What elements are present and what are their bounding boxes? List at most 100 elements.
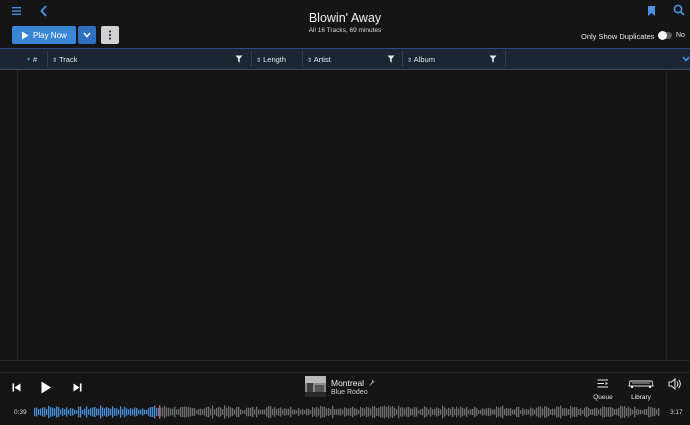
- waveform-bar: [638, 409, 640, 415]
- column-header-length[interactable]: ⇕ Length: [256, 55, 286, 64]
- toggle-state-label: No: [676, 32, 685, 39]
- column-separator[interactable]: [302, 51, 303, 67]
- column-separator[interactable]: [251, 51, 252, 67]
- waveform-bar: [168, 407, 170, 417]
- waveform-bar: [416, 407, 418, 417]
- play-icon[interactable]: [40, 381, 52, 394]
- waveform-bar: [90, 408, 92, 416]
- waveform-bar: [460, 406, 462, 418]
- waveform-bar: [286, 408, 288, 416]
- waveform-bar: [306, 408, 308, 416]
- column-separator[interactable]: [505, 51, 506, 67]
- waveform-bar: [330, 408, 332, 416]
- waveform-bar: [118, 409, 120, 415]
- waveform-bar: [528, 409, 530, 415]
- now-playing-title[interactable]: Montreal: [331, 378, 364, 388]
- waveform-bar: [182, 406, 184, 418]
- waveform-bar: [312, 407, 314, 417]
- waveform-bar: [586, 406, 588, 418]
- waveform-bar: [598, 409, 600, 415]
- waveform-bar: [488, 407, 490, 417]
- play-now-button[interactable]: Play Now: [12, 26, 76, 44]
- filter-icon[interactable]: [235, 55, 243, 63]
- chevron-down-icon[interactable]: [682, 56, 690, 62]
- waveform-seek-bar[interactable]: [34, 405, 660, 419]
- sort-icon: ⇕: [407, 58, 413, 64]
- waveform-bar: [494, 409, 496, 415]
- waveform-bar: [250, 407, 252, 417]
- sort-icon: ⇕: [307, 58, 313, 64]
- waveform-bar: [210, 408, 212, 416]
- waveform-bar: [310, 410, 312, 414]
- waveform-bar: [126, 408, 128, 416]
- waveform-bar: [476, 408, 478, 416]
- waveform-bar: [462, 407, 464, 417]
- waveform-bar: [382, 406, 384, 418]
- pin-icon[interactable]: [368, 379, 375, 387]
- queue-button[interactable]: Queue: [590, 378, 616, 403]
- waveform-bar: [412, 408, 414, 416]
- waveform-bar: [350, 408, 352, 416]
- track-list: [18, 70, 666, 360]
- now-playing-artist[interactable]: Blue Rodeo: [331, 389, 368, 396]
- waveform-bar: [154, 405, 156, 419]
- column-header-artist[interactable]: ⇕ Artist: [307, 55, 331, 64]
- waveform-bar: [318, 408, 320, 416]
- column-separator[interactable]: [402, 51, 403, 67]
- waveform-bar: [466, 407, 468, 417]
- waveform-bar: [406, 407, 408, 417]
- waveform-bar: [240, 409, 242, 415]
- skip-previous-icon[interactable]: [12, 383, 21, 392]
- waveform-bar: [48, 405, 50, 419]
- filter-icon[interactable]: [387, 55, 395, 63]
- waveform-bar: [514, 409, 516, 415]
- waveform-bar: [442, 405, 444, 419]
- waveform-bar: [614, 408, 616, 416]
- waveform-bar: [632, 409, 634, 415]
- volume-icon[interactable]: [668, 378, 682, 390]
- column-header-album[interactable]: ⇕ Album: [407, 55, 435, 64]
- waveform-bar: [302, 408, 304, 416]
- waveform-bar: [176, 409, 178, 415]
- more-options-button[interactable]: [101, 26, 119, 44]
- waveform-bar: [186, 406, 188, 418]
- album-art[interactable]: [305, 376, 326, 397]
- waveform-bar: [356, 408, 358, 416]
- column-separator[interactable]: [47, 51, 48, 67]
- waveform-bar: [376, 408, 378, 416]
- waveform-bar: [360, 406, 362, 418]
- page-title: Blowin' Away: [308, 11, 382, 25]
- waveform-bar: [70, 408, 72, 416]
- waveform-bar: [40, 408, 42, 416]
- waveform-bar: [620, 405, 622, 419]
- waveform-bar: [554, 408, 556, 416]
- filter-icon[interactable]: [489, 55, 497, 63]
- waveform-bar: [238, 406, 240, 418]
- waveform-bar: [52, 407, 54, 417]
- waveform-bar: [56, 406, 58, 418]
- play-options-dropdown-button[interactable]: [78, 26, 96, 44]
- column-header-track[interactable]: ⇕ Track: [52, 55, 77, 64]
- waveform-bar: [216, 407, 218, 417]
- waveform-bar: [290, 406, 292, 418]
- library-button[interactable]: Library: [626, 378, 656, 403]
- waveform-bar: [428, 409, 430, 415]
- waveform-bar: [402, 407, 404, 417]
- waveform-bar: [136, 407, 138, 417]
- waveform-bar: [408, 407, 410, 417]
- waveform-bar: [608, 407, 610, 417]
- waveform-bar: [560, 405, 562, 419]
- waveform-bar: [202, 409, 204, 415]
- playhead[interactable]: [159, 405, 161, 419]
- waveform-bar: [354, 408, 356, 416]
- skip-next-icon[interactable]: [73, 383, 82, 392]
- waveform-bar: [470, 409, 472, 415]
- waveform-bar: [62, 407, 64, 417]
- column-header-number[interactable]: ▼ #: [26, 55, 37, 64]
- waveform-bar: [452, 406, 454, 418]
- waveform-bar: [606, 407, 608, 417]
- waveform-bar: [230, 407, 232, 417]
- waveform-bar: [344, 407, 346, 417]
- waveform-bar: [268, 406, 270, 418]
- waveform-bar: [474, 406, 476, 418]
